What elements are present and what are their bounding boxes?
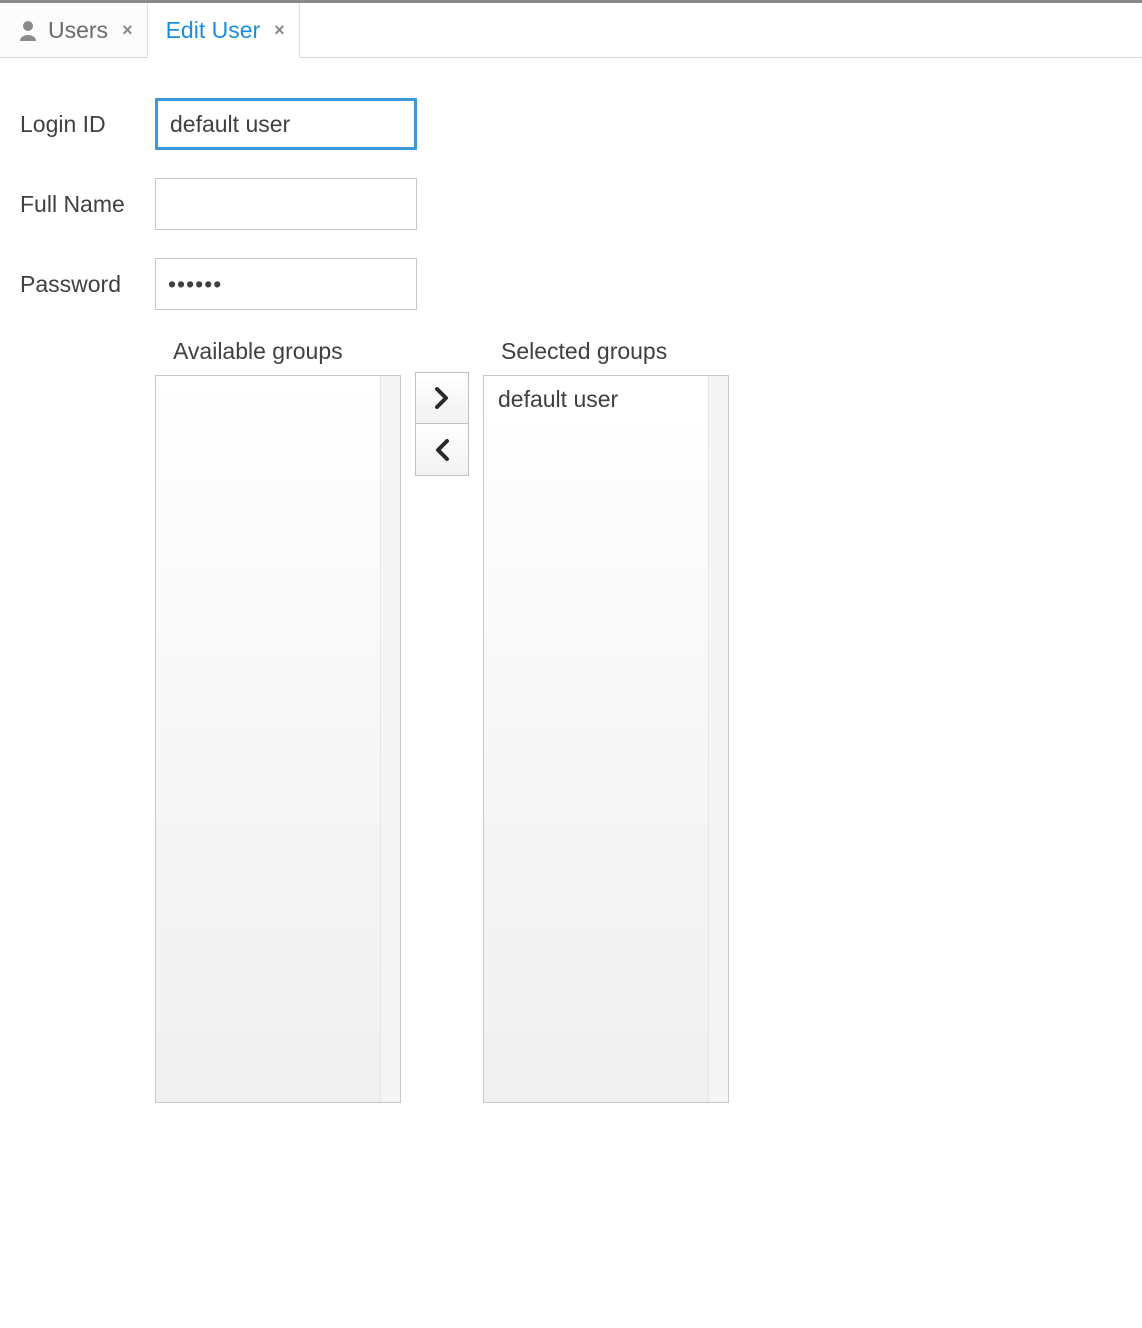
full-name-label: Full Name	[20, 191, 155, 218]
close-icon[interactable]: ×	[274, 21, 285, 39]
available-groups-label: Available groups	[155, 338, 401, 365]
password-label: Password	[20, 271, 155, 298]
tab-edit-user[interactable]: Edit User ×	[148, 3, 300, 58]
edit-user-form: Login ID Full Name Password Available gr…	[0, 58, 1142, 1103]
move-left-button[interactable]	[415, 424, 469, 476]
login-id-input[interactable]	[155, 98, 417, 150]
list-item[interactable]: default user	[484, 376, 728, 423]
tab-label: Edit User	[166, 17, 261, 44]
move-right-button[interactable]	[415, 372, 469, 424]
available-groups-list[interactable]	[155, 375, 401, 1103]
tab-users[interactable]: Users ×	[0, 3, 148, 57]
scrollbar[interactable]	[708, 376, 728, 1102]
full-name-input[interactable]	[155, 178, 417, 230]
password-input[interactable]	[155, 258, 417, 310]
selected-groups-list[interactable]: default user	[483, 375, 729, 1103]
user-icon	[18, 19, 38, 41]
scrollbar[interactable]	[380, 376, 400, 1102]
selected-groups-label: Selected groups	[483, 338, 729, 365]
close-icon[interactable]: ×	[122, 21, 133, 39]
chevron-right-icon	[434, 387, 450, 409]
login-id-label: Login ID	[20, 111, 155, 138]
tab-label: Users	[48, 17, 108, 44]
chevron-left-icon	[434, 439, 450, 461]
tabstrip: Users × Edit User ×	[0, 3, 1142, 58]
